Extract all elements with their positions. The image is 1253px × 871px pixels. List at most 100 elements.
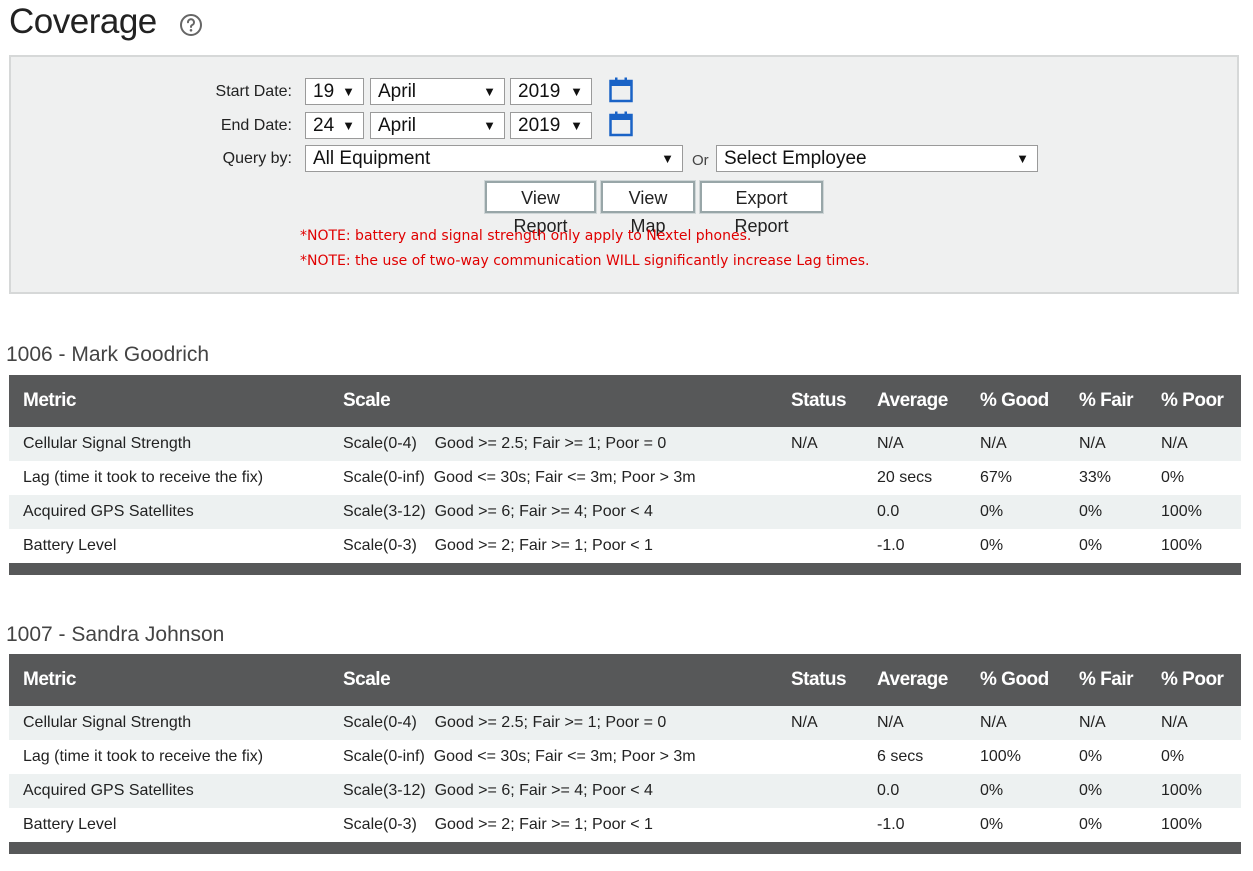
end-calendar-icon[interactable] (609, 111, 633, 137)
metric-cell: Acquired GPS Satellites (23, 503, 194, 520)
average-cell: 6 secs (877, 748, 924, 765)
report-table: Metric Scale Status Average % Good % Fai… (9, 654, 1241, 854)
fair-cell: 0% (1079, 816, 1103, 833)
col-scale-header: Scale (343, 669, 391, 690)
dropdown-arrow-icon: ▼ (570, 118, 583, 133)
good-cell: 100% (980, 748, 1021, 765)
dropdown-arrow-icon: ▼ (1016, 151, 1029, 166)
scale-cell: Scale(0-inf) Good <= 30s; Fair <= 3m; Po… (343, 748, 696, 765)
filter-panel: Start Date: 19 ▼ April ▼ 2019 ▼ End Date: 2… (9, 55, 1239, 294)
end-year-value: 2019 (518, 115, 561, 136)
employee-select[interactable]: Select Employee ▼ (716, 145, 1038, 172)
fair-cell: N/A (1079, 435, 1106, 452)
col-poor-header: % Poor (1161, 669, 1224, 690)
col-metric-header: Metric (23, 390, 76, 411)
start-day-select[interactable]: 19 ▼ (305, 78, 364, 105)
or-label: Or (692, 152, 709, 169)
fair-cell: 0% (1079, 537, 1103, 554)
metric-cell: Cellular Signal Strength (23, 714, 192, 731)
end-year-select[interactable]: 2019 ▼ (510, 112, 592, 139)
poor-cell: N/A (1161, 435, 1188, 452)
status-cell: N/A (791, 714, 818, 731)
average-cell: N/A (877, 714, 904, 731)
table-header: Metric Scale Status Average % Good % Fai… (9, 654, 1241, 706)
col-metric-header: Metric (23, 669, 76, 690)
scale-cell: Scale(3-12) Good >= 6; Fair >= 4; Poor <… (343, 503, 653, 520)
good-cell: 0% (980, 537, 1004, 554)
average-cell: -1.0 (877, 537, 905, 554)
col-fair-header: % Fair (1079, 390, 1134, 411)
col-poor-header: % Poor (1161, 390, 1224, 411)
start-month-value: April (378, 81, 417, 102)
page-title: Coverage (9, 2, 157, 41)
equipment-value: All Equipment (313, 148, 431, 169)
employee-value: Select Employee (724, 148, 867, 169)
end-month-select[interactable]: April ▼ (370, 112, 505, 139)
report-title: 1006 - Mark Goodrich (6, 343, 210, 366)
col-average-header: Average (877, 390, 948, 411)
report-table: Metric Scale Status Average % Good % Fai… (9, 375, 1241, 575)
dropdown-arrow-icon: ▼ (570, 84, 583, 99)
average-cell: 20 secs (877, 469, 933, 486)
table-row: Battery Level Scale(0-3) Good >= 2; Fair… (9, 529, 1241, 563)
fair-cell: N/A (1079, 714, 1106, 731)
metric-cell: Acquired GPS Satellites (23, 782, 194, 799)
col-status-header: Status (791, 390, 847, 411)
start-day-value: 19 (313, 81, 335, 102)
export-report-button[interactable]: Export Report (699, 180, 824, 236)
poor-cell: 100% (1161, 782, 1202, 799)
col-good-header: % Good (980, 669, 1049, 690)
poor-cell: 0% (1161, 469, 1185, 486)
col-average-header: Average (877, 669, 948, 690)
table-footer-bar (9, 563, 1241, 575)
fair-cell: 0% (1079, 782, 1103, 799)
table-row: Lag (time it took to receive the fix) Sc… (9, 461, 1241, 495)
average-cell: 0.0 (877, 503, 900, 520)
good-cell: 0% (980, 782, 1004, 799)
metric-cell: Cellular Signal Strength (23, 435, 192, 452)
table-row: Cellular Signal Strength Scale(0-4) Good… (9, 427, 1241, 461)
equipment-select[interactable]: All Equipment ▼ (305, 145, 683, 172)
start-year-select[interactable]: 2019 ▼ (510, 78, 592, 105)
start-date-label: Start Date: (215, 83, 292, 100)
good-cell: N/A (980, 714, 1007, 731)
col-status-header: Status (791, 669, 847, 690)
scale-cell: Scale(0-3) Good >= 2; Fair >= 1; Poor < … (343, 537, 653, 554)
metric-cell: Battery Level (23, 816, 117, 833)
dropdown-arrow-icon: ▼ (483, 84, 496, 99)
col-good-header: % Good (980, 390, 1049, 411)
query-by-label: Query by: (222, 150, 292, 167)
table-row: Acquired GPS Satellites Scale(3-12) Good… (9, 774, 1241, 808)
help-icon[interactable] (179, 13, 203, 37)
start-calendar-icon[interactable] (609, 77, 633, 103)
start-month-select[interactable]: April ▼ (370, 78, 505, 105)
table-row: Battery Level Scale(0-3) Good >= 2; Fair… (9, 808, 1241, 842)
end-day-select[interactable]: 24 ▼ (305, 112, 364, 139)
table-row: Acquired GPS Satellites Scale(3-12) Good… (9, 495, 1241, 529)
view-report-button[interactable]: View Report (484, 180, 597, 236)
status-cell: N/A (791, 435, 818, 452)
poor-cell: N/A (1161, 714, 1188, 731)
end-date-label: End Date: (220, 117, 292, 134)
start-year-value: 2019 (518, 81, 561, 102)
good-cell: 0% (980, 503, 1004, 520)
poor-cell: 0% (1161, 748, 1185, 765)
table-row: Lag (time it took to receive the fix) Sc… (9, 740, 1241, 774)
end-month-value: April (378, 115, 417, 136)
fair-cell: 0% (1079, 748, 1103, 765)
view-map-button[interactable]: View Map (600, 180, 696, 236)
scale-cell: Scale(0-4) Good >= 2.5; Fair >= 1; Poor … (343, 714, 667, 731)
good-cell: N/A (980, 435, 1007, 452)
metric-cell: Battery Level (23, 537, 117, 554)
average-cell: -1.0 (877, 816, 905, 833)
table-footer-bar (9, 842, 1241, 854)
fair-cell: 33% (1079, 469, 1112, 486)
dropdown-arrow-icon: ▼ (342, 118, 355, 133)
col-scale-header: Scale (343, 390, 391, 411)
fair-cell: 0% (1079, 503, 1103, 520)
scale-cell: Scale(0-inf) Good <= 30s; Fair <= 3m; Po… (343, 469, 696, 486)
good-cell: 67% (980, 469, 1013, 486)
metric-cell: Lag (time it took to receive the fix) (23, 469, 264, 486)
metric-cell: Lag (time it took to receive the fix) (23, 748, 264, 765)
poor-cell: 100% (1161, 503, 1202, 520)
